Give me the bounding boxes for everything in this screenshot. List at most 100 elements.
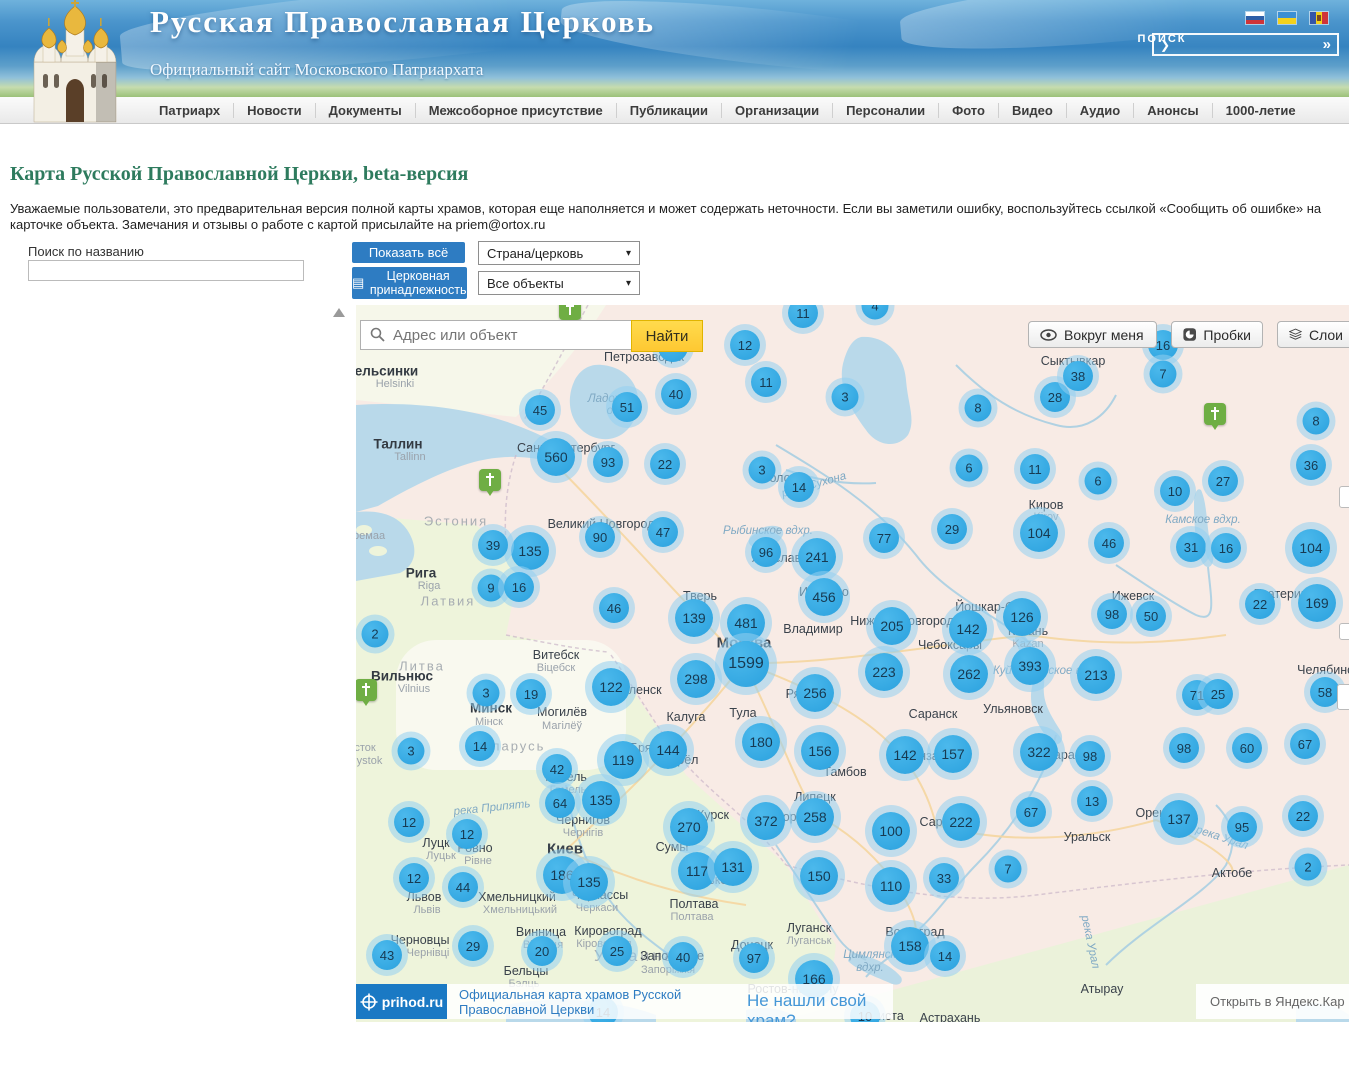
cluster-marker[interactable]: 104 (1020, 514, 1058, 552)
name-search-input[interactable] (28, 260, 304, 281)
cluster-marker[interactable]: 13 (1077, 786, 1107, 816)
cluster-marker[interactable]: 45 (525, 395, 555, 425)
cluster-marker[interactable]: 258 (796, 798, 834, 836)
map-zoom-control[interactable] (1339, 623, 1349, 640)
cluster-marker[interactable]: 3 (398, 738, 425, 765)
cluster-marker[interactable]: 3 (749, 457, 776, 484)
map-search-box[interactable] (360, 320, 632, 350)
map-search-input[interactable] (391, 326, 620, 345)
cluster-marker[interactable]: 14 (465, 731, 495, 761)
cluster-marker[interactable]: 6 (956, 455, 983, 482)
cluster-marker[interactable]: 9 (478, 575, 505, 602)
cluster-marker[interactable]: 19 (516, 679, 546, 709)
cluster-marker[interactable]: 16 (1211, 533, 1241, 563)
cluster-marker[interactable]: 137 (1160, 800, 1198, 838)
cluster-marker[interactable]: 139 (675, 599, 713, 637)
cluster-marker[interactable]: 36 (1296, 450, 1326, 480)
cluster-marker[interactable]: 98 (1075, 741, 1105, 771)
flag-russia-icon[interactable] (1246, 12, 1264, 24)
cluster-marker[interactable]: 46 (599, 593, 629, 623)
cluster-marker[interactable]: 3 (832, 384, 859, 411)
cluster-marker[interactable]: 8 (1303, 408, 1330, 435)
church-placemark[interactable] (479, 469, 501, 491)
cluster-marker[interactable]: 262 (950, 655, 988, 693)
scroll-up-arrow[interactable] (333, 308, 345, 317)
cluster-marker[interactable]: 150 (800, 857, 838, 895)
find-button[interactable]: Найти (631, 320, 703, 352)
cluster-marker[interactable]: 100 (872, 812, 910, 850)
site-search[interactable]: ❯ ПОИСК » (1152, 33, 1339, 56)
nav-item-1[interactable]: Новости (233, 103, 315, 118)
church-placemark[interactable] (356, 679, 377, 701)
cluster-marker[interactable]: 256 (796, 674, 834, 712)
cluster-marker[interactable]: 38 (1063, 361, 1093, 391)
cluster-marker[interactable]: 93 (593, 447, 623, 477)
cluster-marker[interactable]: 47 (648, 517, 678, 547)
cluster-marker[interactable]: 241 (798, 538, 836, 576)
cluster-marker[interactable]: 16 (504, 572, 534, 602)
cluster-marker[interactable]: 222 (942, 803, 980, 841)
cluster-marker[interactable]: 29 (937, 514, 967, 544)
country-church-dropdown[interactable]: Страна/церковь ▾ (478, 241, 640, 265)
cluster-marker[interactable]: 1599 (723, 641, 769, 687)
cluster-marker[interactable]: 213 (1077, 656, 1115, 694)
cluster-marker[interactable]: 11 (1020, 454, 1050, 484)
cluster-marker[interactable]: 22 (1245, 589, 1275, 619)
cluster-marker[interactable]: 98 (1097, 599, 1127, 629)
map-canvas[interactable]: ХельсинкиHelsinkiТаллинTallinnЭстонияаре… (356, 305, 1349, 1022)
nav-item-3[interactable]: Межсоборное присутствие (415, 103, 616, 118)
nav-item-5[interactable]: Организации (721, 103, 832, 118)
cluster-marker[interactable]: 46 (1094, 528, 1124, 558)
open-in-yandex-link[interactable]: Открыть в Яндекс.Кар (1196, 984, 1349, 1019)
cluster-marker[interactable]: 22 (1288, 801, 1318, 831)
cluster-marker[interactable]: 14 (784, 472, 814, 502)
cluster-marker[interactable]: 40 (668, 942, 698, 972)
cluster-marker[interactable]: 29 (458, 931, 488, 961)
church-placemark[interactable] (1204, 403, 1226, 425)
cluster-marker[interactable]: 90 (585, 522, 615, 552)
cluster-marker[interactable]: 58 (1310, 677, 1340, 707)
cluster-marker[interactable]: 77 (869, 523, 899, 553)
cluster-marker[interactable]: 142 (886, 736, 924, 774)
cluster-marker[interactable]: 42 (542, 754, 572, 784)
map-zoom-control[interactable] (1339, 486, 1349, 508)
cluster-marker[interactable]: 67 (1290, 729, 1320, 759)
around-me-button[interactable]: Вокруг меня (1028, 321, 1157, 348)
cluster-marker[interactable]: 33 (929, 863, 959, 893)
nav-item-10[interactable]: Анонсы (1133, 103, 1211, 118)
cluster-marker[interactable]: 7 (1150, 361, 1177, 388)
nav-item-11[interactable]: 1000-летие (1212, 103, 1309, 118)
cluster-marker[interactable]: 131 (714, 848, 752, 886)
cluster-marker[interactable]: 8 (965, 395, 992, 422)
cluster-marker[interactable]: 157 (934, 735, 972, 773)
cluster-marker[interactable]: 144 (649, 731, 687, 769)
cluster-marker[interactable]: 31 (1176, 532, 1206, 562)
flag-moldova-icon[interactable] (1310, 12, 1328, 24)
cluster-marker[interactable]: 223 (865, 653, 903, 691)
flag-ukraine-icon[interactable] (1278, 12, 1296, 24)
cluster-marker[interactable]: 104 (1292, 529, 1330, 567)
cluster-marker[interactable]: 51 (612, 392, 642, 422)
cluster-marker[interactable]: 39 (478, 530, 508, 560)
nav-item-0[interactable]: Патриарх (146, 103, 233, 118)
cluster-marker[interactable]: 44 (448, 872, 478, 902)
cluster-marker[interactable]: 20 (527, 936, 557, 966)
cluster-marker[interactable]: 142 (949, 610, 987, 648)
prihod-brand[interactable]: prihod.ru (356, 984, 447, 1019)
cluster-marker[interactable]: 135 (582, 781, 620, 819)
nav-item-4[interactable]: Публикации (616, 103, 721, 118)
cluster-marker[interactable]: 11 (751, 367, 781, 397)
cluster-marker[interactable]: 372 (747, 802, 785, 840)
cluster-marker[interactable]: 560 (537, 438, 575, 476)
cluster-marker[interactable]: 117 (678, 852, 716, 890)
traffic-button[interactable]: Пробки (1171, 321, 1263, 348)
cluster-marker[interactable]: 156 (801, 732, 839, 770)
all-objects-dropdown[interactable]: Все объекты ▾ (478, 271, 640, 295)
cluster-marker[interactable]: 12 (399, 863, 429, 893)
cluster-marker[interactable]: 40 (661, 379, 691, 409)
cluster-marker[interactable]: 481 (727, 604, 765, 642)
cluster-marker[interactable]: 135 (511, 532, 549, 570)
not-found-link[interactable]: Не нашли свой храм? (747, 991, 893, 1022)
cluster-marker[interactable]: 135 (570, 863, 608, 901)
nav-item-7[interactable]: Фото (938, 103, 998, 118)
